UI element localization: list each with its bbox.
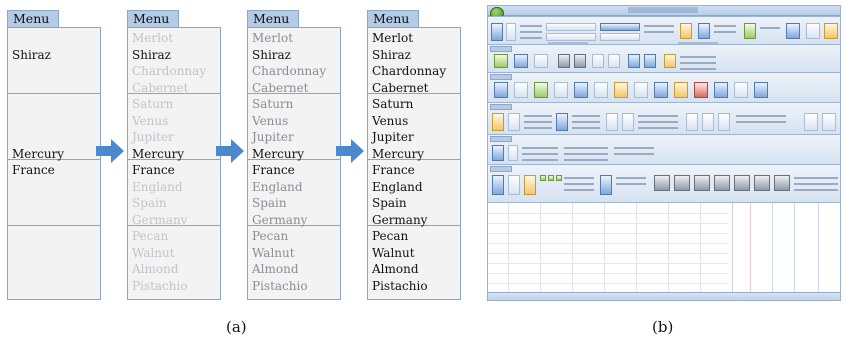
menu-item[interactable]: Spain: [252, 196, 287, 210]
menu-group: France England Spain Germany: [368, 160, 460, 227]
menu-item[interactable]: Shiraz: [12, 48, 51, 62]
menu-item[interactable]: Jupiter: [252, 130, 294, 144]
menu-title[interactable]: Menu: [7, 10, 59, 27]
menu-title[interactable]: Menu: [127, 10, 179, 27]
arrow-right-icon: [216, 139, 244, 163]
menu-group: Saturn Venus Jupiter Mercury: [368, 94, 460, 161]
menu-item[interactable]: France: [252, 163, 295, 177]
menu-item[interactable]: England: [252, 180, 303, 194]
ribbon-screenshot: [487, 5, 841, 301]
menu-dropdown: Merlot Shiraz Chardonnay Cabernet Saturn Venu…: [367, 27, 461, 300]
menu-item[interactable]: Germany: [372, 213, 427, 227]
menu-item[interactable]: Pecan: [252, 229, 288, 243]
menu-dropdown: Shiraz Mercury France: [7, 27, 101, 300]
menu-group: Mercury: [8, 94, 100, 161]
menu-item[interactable]: Venus: [372, 114, 408, 128]
ribbon-section: [488, 44, 840, 72]
menu-item[interactable]: Almond: [372, 262, 419, 276]
menu-group: France: [8, 160, 100, 226]
menu-group: France England Spain Germany: [128, 160, 220, 227]
menu-group: Merlot Shiraz Chardonnay Cabernet: [128, 28, 220, 95]
menu-group: Pecan Walnut Almond Pistachio: [128, 226, 220, 293]
menu-panel: Menu Merlot Shiraz Chardonnay Cabernet Saturn…: [247, 10, 341, 300]
menu-item[interactable]: Jupiter: [132, 130, 174, 144]
menu-item[interactable]: Cabernet: [252, 81, 309, 95]
menu-group: France England Spain Germany: [248, 160, 340, 227]
menu-item[interactable]: Chardonnay: [372, 64, 446, 78]
menu-group: Shiraz: [8, 28, 100, 94]
menu-item[interactable]: Merlot: [132, 31, 173, 45]
menu-item[interactable]: France: [132, 163, 175, 177]
menu-panel: Menu Shiraz Mercury France: [7, 10, 101, 300]
menu-item[interactable]: Mercury: [12, 147, 64, 161]
menu-item[interactable]: Saturn: [372, 97, 413, 111]
ribbon-section: [488, 134, 840, 164]
caption-b: (b): [652, 318, 674, 336]
menu-item[interactable]: Germany: [132, 213, 187, 227]
menu-group: Saturn Venus Jupiter Mercury: [128, 94, 220, 161]
menu-item[interactable]: Chardonnay: [132, 64, 206, 78]
menu-title[interactable]: Menu: [247, 10, 299, 27]
menu-item[interactable]: Shiraz: [252, 48, 291, 62]
menu-item[interactable]: Spain: [372, 196, 407, 210]
menu-group: Merlot Shiraz Chardonnay Cabernet: [248, 28, 340, 95]
menu-item[interactable]: Walnut: [132, 246, 175, 260]
menu-group: Saturn Venus Jupiter Mercury: [248, 94, 340, 161]
menu-item[interactable]: Mercury: [372, 147, 424, 161]
spreadsheet-area: [488, 202, 840, 293]
menu-item[interactable]: Walnut: [372, 246, 415, 260]
menu-item[interactable]: Saturn: [132, 97, 173, 111]
menu-item[interactable]: Merlot: [252, 31, 293, 45]
ribbon-section: [488, 16, 840, 45]
menu-item[interactable]: Venus: [252, 114, 288, 128]
menu-item[interactable]: Germany: [252, 213, 307, 227]
menu-group: Pecan Walnut Almond Pistachio: [368, 226, 460, 293]
menu-item[interactable]: Pecan: [132, 229, 168, 243]
menu-item[interactable]: Cabernet: [132, 81, 189, 95]
menu-item[interactable]: Merlot: [372, 31, 413, 45]
ribbon-section: [488, 72, 840, 102]
menu-item[interactable]: Almond: [132, 262, 179, 276]
menu-item[interactable]: England: [372, 180, 423, 194]
menu-item[interactable]: Cabernet: [372, 81, 429, 95]
arrow-right-icon: [96, 139, 124, 163]
menu-item[interactable]: Jupiter: [372, 130, 414, 144]
menu-item[interactable]: Walnut: [252, 246, 295, 260]
menu-item[interactable]: Pistachio: [252, 279, 308, 293]
menu-title[interactable]: Menu: [367, 10, 419, 27]
menu-group: Merlot Shiraz Chardonnay Cabernet: [368, 28, 460, 95]
caption-a: (a): [226, 318, 247, 336]
menu-item[interactable]: France: [372, 163, 415, 177]
ribbon-section: [488, 102, 840, 134]
menu-group: [8, 226, 100, 290]
menu-item[interactable]: Saturn: [252, 97, 293, 111]
menu-item[interactable]: Pistachio: [372, 279, 428, 293]
status-bar: [488, 292, 840, 300]
menu-dropdown: Merlot Shiraz Chardonnay Cabernet Saturn Venu…: [247, 27, 341, 300]
menu-panel: Menu Merlot Shiraz Chardonnay Cabernet Saturn…: [367, 10, 461, 300]
menu-item[interactable]: Pecan: [372, 229, 408, 243]
menu-item[interactable]: Shiraz: [132, 48, 171, 62]
menu-item[interactable]: Shiraz: [372, 48, 411, 62]
title-bar: [488, 6, 840, 16]
menu-group: Pecan Walnut Almond Pistachio: [248, 226, 340, 293]
ribbon-section: [488, 164, 840, 202]
menu-item[interactable]: Venus: [132, 114, 168, 128]
menu-item[interactable]: Mercury: [252, 147, 304, 161]
menu-item[interactable]: France: [12, 163, 55, 177]
menu-item[interactable]: Mercury: [132, 147, 184, 161]
menu-panel: Menu Merlot Shiraz Chardonnay Cabernet Saturn…: [127, 10, 221, 300]
menu-item[interactable]: Pistachio: [132, 279, 188, 293]
menu-item[interactable]: Spain: [132, 196, 167, 210]
menu-item[interactable]: Chardonnay: [252, 64, 326, 78]
arrow-right-icon: [336, 139, 364, 163]
menu-dropdown: Merlot Shiraz Chardonnay Cabernet Saturn Venu…: [127, 27, 221, 300]
menu-item[interactable]: England: [132, 180, 183, 194]
menu-item[interactable]: Almond: [252, 262, 299, 276]
